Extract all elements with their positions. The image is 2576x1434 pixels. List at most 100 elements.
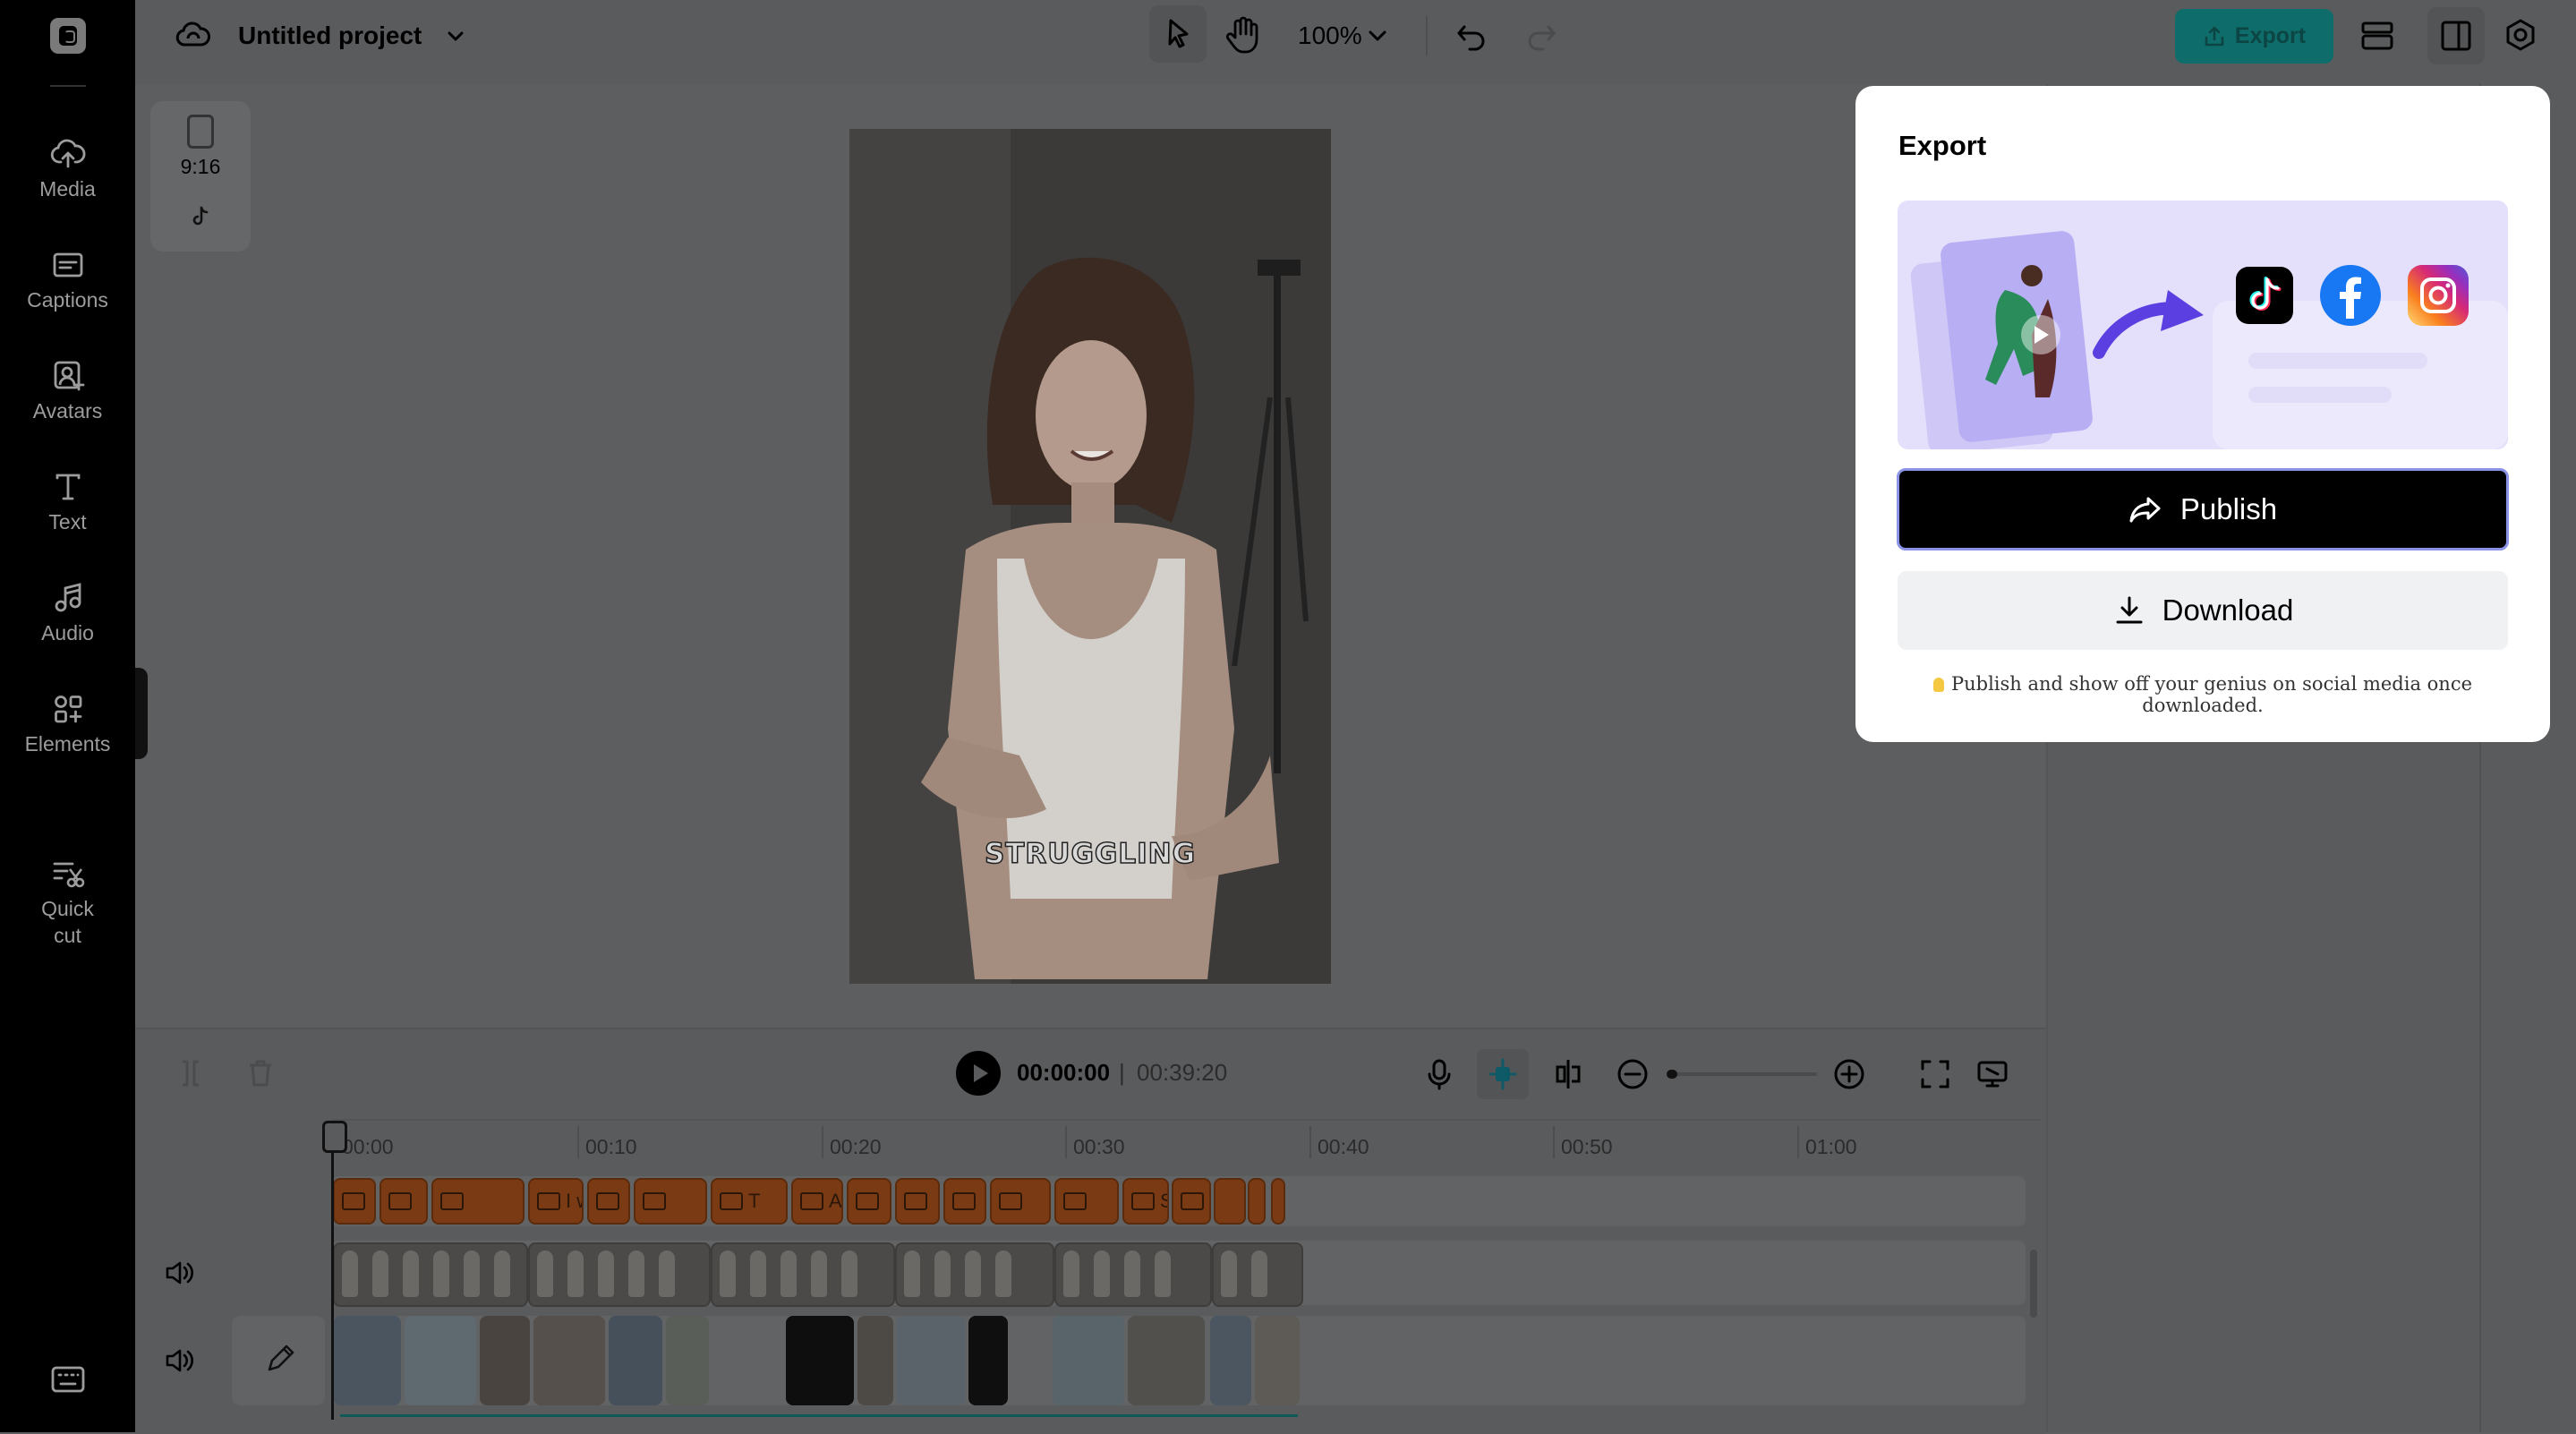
video-caption[interactable]: STRUGGLING bbox=[849, 837, 1331, 871]
redo-icon[interactable] bbox=[1522, 16, 1561, 55]
broll-clip[interactable] bbox=[609, 1316, 662, 1405]
broll-clip[interactable] bbox=[897, 1316, 965, 1405]
undo-icon[interactable] bbox=[1452, 16, 1491, 55]
video-clip[interactable] bbox=[711, 1242, 895, 1307]
sidebar-item-text[interactable]: Text bbox=[0, 469, 135, 535]
ruler-tick-label: 00:30 bbox=[1073, 1135, 1125, 1158]
play-button[interactable] bbox=[956, 1051, 1001, 1096]
video-clip[interactable] bbox=[1212, 1242, 1303, 1307]
sidebar-item-label: Media bbox=[39, 177, 96, 201]
hand-tool-icon[interactable] bbox=[1221, 13, 1266, 57]
ruler-tick bbox=[577, 1126, 579, 1158]
cloud-save-icon[interactable] bbox=[174, 16, 213, 55]
video-clip[interactable] bbox=[333, 1242, 528, 1307]
trash-icon[interactable] bbox=[243, 1056, 277, 1090]
publish-button[interactable]: Publish bbox=[1897, 468, 2509, 551]
sidebar-item-quick-cut[interactable]: Quick cut bbox=[0, 802, 135, 976]
caption-clip[interactable]: S bbox=[1122, 1178, 1169, 1225]
app-logo-icon[interactable] bbox=[50, 18, 86, 54]
video-clip[interactable] bbox=[895, 1242, 1054, 1307]
caption-clip[interactable]: He bbox=[1172, 1178, 1211, 1225]
broll-clip[interactable] bbox=[533, 1316, 605, 1405]
broll-clip[interactable] bbox=[405, 1316, 476, 1405]
broll-clip[interactable] bbox=[1128, 1316, 1205, 1405]
caption-clip[interactable] bbox=[895, 1178, 940, 1225]
layers-icon[interactable] bbox=[2358, 16, 2397, 55]
split-icon[interactable] bbox=[174, 1056, 208, 1090]
split-clip-icon[interactable] bbox=[1550, 1056, 1586, 1092]
caption-clip[interactable] bbox=[380, 1178, 428, 1225]
lightbulb-icon bbox=[1932, 678, 1944, 692]
video-clip[interactable] bbox=[1054, 1242, 1212, 1307]
sidebar-item-label: Elements bbox=[24, 732, 111, 755]
edit-track-button[interactable] bbox=[232, 1316, 325, 1405]
ruler-tick-label: 00:00 bbox=[342, 1135, 394, 1158]
sidebar-item-audio[interactable]: Audio bbox=[0, 580, 135, 646]
broll-clip[interactable] bbox=[857, 1316, 893, 1405]
video-preview[interactable]: STRUGGLING bbox=[849, 129, 1331, 984]
select-tool-button[interactable] bbox=[1149, 5, 1207, 63]
sidebar-item-elements[interactable]: Elements bbox=[0, 691, 135, 757]
caption-clip[interactable] bbox=[1248, 1178, 1266, 1225]
zoom-in-icon[interactable] bbox=[1831, 1056, 1867, 1092]
volume-icon[interactable] bbox=[163, 1344, 195, 1377]
caption-clip-icon bbox=[388, 1192, 412, 1210]
caption-clip[interactable] bbox=[943, 1178, 986, 1225]
sidebar-item-captions[interactable]: Captions bbox=[0, 247, 135, 313]
export-banner-illustration bbox=[1898, 201, 2508, 449]
caption-clip[interactable] bbox=[1271, 1178, 1285, 1225]
caption-clip-icon bbox=[440, 1192, 464, 1210]
chevron-down-icon[interactable] bbox=[436, 17, 475, 56]
keyboard-shortcuts-icon[interactable] bbox=[50, 1364, 86, 1395]
broll-clip[interactable] bbox=[1210, 1316, 1251, 1405]
download-button[interactable]: Download bbox=[1898, 571, 2508, 650]
panel-toggle-button[interactable] bbox=[2427, 7, 2485, 64]
broll-clip[interactable] bbox=[1053, 1316, 1124, 1405]
preview-monitor-icon[interactable] bbox=[1975, 1056, 2010, 1092]
gear-icon[interactable] bbox=[2501, 16, 2540, 55]
sidebar-item-label: Captions bbox=[27, 288, 108, 312]
caption-clip[interactable]: A bbox=[791, 1178, 843, 1225]
broll-clip[interactable] bbox=[1255, 1316, 1300, 1405]
caption-clip[interactable] bbox=[847, 1178, 891, 1225]
tiktok-icon[interactable] bbox=[188, 204, 213, 229]
sidebar-item-media[interactable]: Media bbox=[0, 136, 135, 202]
microphone-icon[interactable] bbox=[1421, 1056, 1457, 1092]
caption-clip-icon bbox=[1063, 1192, 1087, 1210]
magnet-snap-button[interactable] bbox=[1477, 1049, 1529, 1099]
caption-clip[interactable] bbox=[634, 1178, 707, 1225]
zoom-level[interactable]: 100% bbox=[1298, 21, 1362, 50]
playhead[interactable] bbox=[331, 1124, 334, 1420]
broll-clip[interactable] bbox=[480, 1316, 530, 1405]
caption-clip[interactable] bbox=[431, 1178, 525, 1225]
timeline-zoom-slider[interactable] bbox=[1667, 1072, 1817, 1076]
broll-clip[interactable] bbox=[968, 1316, 1008, 1405]
fit-screen-icon[interactable] bbox=[1917, 1056, 1953, 1092]
sidebar-collapse-handle[interactable] bbox=[135, 668, 148, 759]
timeline-scrollbar[interactable] bbox=[2030, 1250, 2037, 1318]
zoom-chevron-down-icon[interactable] bbox=[1364, 16, 1391, 55]
caption-clip[interactable] bbox=[333, 1178, 376, 1225]
caption-clip[interactable]: I wa bbox=[528, 1178, 584, 1225]
broll-clip[interactable] bbox=[333, 1316, 401, 1405]
video-clip[interactable] bbox=[528, 1242, 711, 1307]
phone-frame-icon bbox=[187, 115, 214, 149]
cursor-arrow-icon bbox=[1168, 19, 1189, 48]
zoom-slider-handle[interactable] bbox=[1667, 1070, 1677, 1079]
project-title[interactable]: Untitled project bbox=[238, 21, 422, 51]
caption-clip-text: A bbox=[829, 1190, 842, 1212]
zoom-out-icon[interactable] bbox=[1615, 1056, 1651, 1092]
caption-clip[interactable] bbox=[587, 1178, 630, 1225]
toolbar-divider bbox=[1426, 16, 1428, 55]
caption-clip[interactable] bbox=[1054, 1178, 1119, 1225]
playhead-handle[interactable] bbox=[322, 1121, 347, 1153]
play-icon bbox=[974, 1064, 988, 1082]
caption-clip[interactable] bbox=[1214, 1178, 1246, 1225]
caption-clip[interactable]: T bbox=[711, 1178, 788, 1225]
sidebar-item-avatars[interactable]: Avatars bbox=[0, 358, 135, 424]
caption-clip[interactable] bbox=[990, 1178, 1051, 1225]
broll-clip[interactable] bbox=[666, 1316, 709, 1405]
volume-icon[interactable] bbox=[163, 1257, 195, 1289]
broll-clip[interactable] bbox=[786, 1316, 854, 1405]
export-button[interactable]: Export bbox=[2175, 9, 2333, 64]
